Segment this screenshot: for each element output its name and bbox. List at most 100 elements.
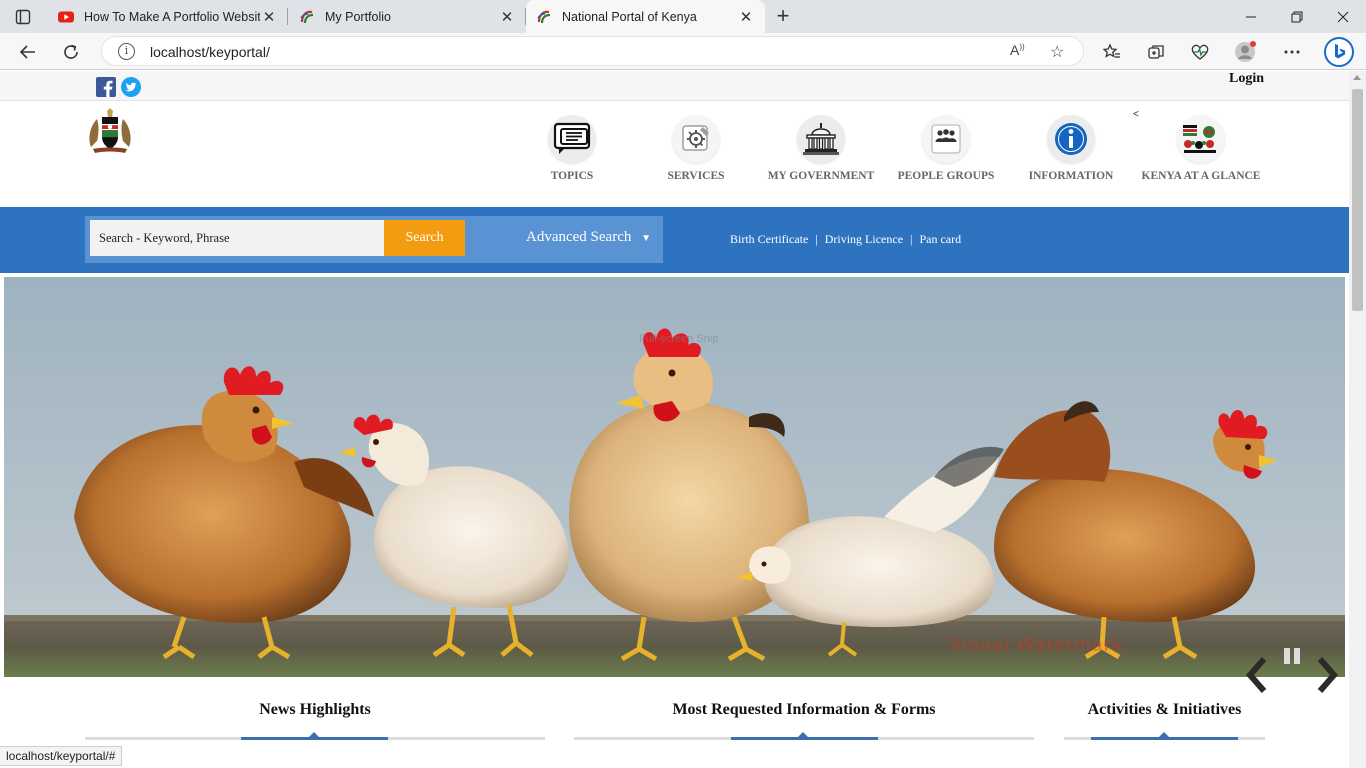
- section-underline: [85, 732, 545, 740]
- nav-label: KENYA AT A GLANCE: [1141, 170, 1261, 182]
- top-strip: Login: [0, 71, 1349, 101]
- restore-button[interactable]: [1274, 0, 1320, 33]
- slider-next-arrow-icon[interactable]: [1312, 655, 1342, 695]
- close-tab-icon[interactable]: ✕: [498, 8, 516, 26]
- site-header: TOPICS SERVICES MY GOVERNMENT PEOPLE GRO…: [0, 101, 1349, 207]
- information-icon: [1055, 123, 1087, 155]
- hero-slider: Full-screen Snip Visual Watermark: [4, 277, 1345, 677]
- section-news-highlights: News Highlights: [85, 701, 545, 740]
- screenshot-overlay-text: Full-screen Snip: [639, 333, 719, 345]
- nav-label: PEOPLE GROUPS: [897, 170, 995, 182]
- tab-youtube[interactable]: How To Make A Portfolio Website ✕: [48, 0, 288, 33]
- search-box: Search Advanced Search ▼: [85, 216, 663, 263]
- minimize-icon: [1246, 16, 1256, 17]
- web-page: Login TOPICS SERVICES MY GOVERNMENT PEOP…: [0, 71, 1349, 768]
- profile-button[interactable]: [1232, 39, 1258, 65]
- link-birth-certificate[interactable]: Birth Certificate: [730, 232, 808, 246]
- read-aloud-icon[interactable]: A)): [1010, 42, 1025, 58]
- facebook-icon[interactable]: [96, 77, 116, 97]
- section-activities: Activities & Initiatives: [1064, 701, 1265, 740]
- window-close-button[interactable]: [1320, 0, 1366, 33]
- section-underline: [574, 732, 1034, 740]
- watermark-text: Visual Watermark: [949, 635, 1124, 656]
- favorites-button[interactable]: [1099, 39, 1125, 65]
- close-tab-icon[interactable]: ✕: [260, 8, 278, 26]
- nav-kenya-at-a-glance[interactable]: KENYA AT A GLANCE: [1136, 115, 1266, 182]
- tab-title: How To Make A Portfolio Website: [84, 9, 260, 24]
- tab-title: My Portfolio: [325, 9, 391, 24]
- nav-my-government[interactable]: MY GOVERNMENT: [756, 115, 886, 182]
- favorites-list-icon: [1103, 43, 1120, 58]
- section-title: Activities & Initiatives: [1087, 701, 1242, 718]
- login-link[interactable]: Login: [1229, 71, 1264, 87]
- search-input[interactable]: [90, 220, 385, 256]
- slider-prev-arrow-icon[interactable]: [1242, 655, 1272, 695]
- kenya-portal-icon: [300, 10, 314, 23]
- nav-information[interactable]: INFORMATION: [1006, 115, 1136, 182]
- bing-chat-button[interactable]: [1323, 36, 1355, 68]
- nav-people-groups[interactable]: PEOPLE GROUPS: [881, 115, 1011, 182]
- url-text: localhost/keyportal/: [150, 44, 270, 60]
- nav-label: INFORMATION: [1028, 170, 1114, 182]
- tab-national-portal[interactable]: National Portal of Kenya ✕: [526, 0, 765, 33]
- topics-chat-icon: [553, 122, 591, 154]
- caret-down-icon: ▼: [641, 233, 652, 244]
- tab-title: National Portal of Kenya: [562, 9, 697, 24]
- section-title: News Highlights: [259, 701, 371, 718]
- services-gear-icon: [682, 125, 709, 151]
- section-underline: [1064, 732, 1265, 740]
- status-bar-url: localhost/keyportal/#: [0, 746, 123, 766]
- advanced-search-label: Advanced Search: [526, 229, 632, 245]
- pause-bar: [1294, 648, 1300, 664]
- kenya-glance-icon: [1183, 125, 1216, 153]
- tab-my-portfolio[interactable]: My Portfolio ✕: [289, 0, 526, 33]
- vertical-scrollbar[interactable]: [1349, 71, 1366, 768]
- scroll-up-arrow-icon[interactable]: [1353, 75, 1361, 80]
- section-title: Most Requested Information & Forms: [672, 701, 936, 718]
- minimize-button[interactable]: [1228, 0, 1274, 33]
- browser-tab-bar: How To Make A Portfolio Website ✕ My Por…: [0, 0, 1366, 33]
- twitter-icon[interactable]: [121, 77, 141, 97]
- scrollbar-thumb[interactable]: [1352, 89, 1363, 311]
- search-band: Search Advanced Search ▼ Birth Certifica…: [0, 207, 1349, 273]
- quick-links: Birth Certificate | Driving Licence | Pan ca…: [730, 232, 962, 246]
- government-building-icon: [803, 123, 839, 155]
- settings-menu-button[interactable]: [1279, 39, 1305, 65]
- avatar-icon: [1235, 41, 1256, 62]
- search-button[interactable]: Search: [384, 220, 465, 256]
- bing-icon: [1324, 37, 1354, 67]
- tab-actions-icon: [15, 9, 31, 25]
- url-field[interactable]: i localhost/keyportal/ A)) ☆: [101, 36, 1084, 66]
- close-tab-icon[interactable]: ✕: [737, 8, 755, 26]
- link-pan-card[interactable]: Pan card: [919, 232, 961, 246]
- nav-services[interactable]: SERVICES: [631, 115, 761, 182]
- refresh-icon: [64, 44, 78, 59]
- nav-label: SERVICES: [667, 170, 725, 182]
- kenya-portal-icon: [537, 10, 551, 23]
- close-icon: [1337, 11, 1349, 22]
- people-groups-icon: [931, 124, 961, 154]
- kenya-coat-of-arms-logo[interactable]: [85, 107, 135, 157]
- restore-icon: [1291, 11, 1303, 22]
- advanced-search-dropdown[interactable]: Advanced Search ▼: [526, 229, 651, 246]
- back-button[interactable]: [14, 38, 42, 66]
- nav-topics[interactable]: TOPICS: [507, 115, 637, 182]
- refresh-button[interactable]: [57, 38, 85, 66]
- new-tab-button[interactable]: +: [770, 4, 796, 30]
- nav-label: MY GOVERNMENT: [767, 170, 875, 182]
- site-info-icon[interactable]: i: [118, 43, 135, 60]
- slider-pause-button[interactable]: [1281, 645, 1303, 667]
- section-most-requested: Most Requested Information & Forms: [574, 701, 1034, 740]
- pause-bar: [1284, 648, 1290, 664]
- youtube-icon: [58, 11, 74, 22]
- tab-actions-button[interactable]: [8, 6, 38, 28]
- address-bar-row: i localhost/keyportal/ A)) ☆: [0, 33, 1366, 70]
- browser-essentials-button[interactable]: [1187, 39, 1213, 65]
- collections-button[interactable]: [1143, 39, 1169, 65]
- heartbeat-icon: [1191, 44, 1209, 60]
- favorite-star-icon[interactable]: ☆: [1050, 42, 1064, 62]
- nav-label: TOPICS: [550, 170, 594, 182]
- collections-icon: [1148, 45, 1164, 59]
- link-driving-licence[interactable]: Driving Licence: [825, 232, 903, 246]
- back-arrow-icon: [19, 45, 35, 59]
